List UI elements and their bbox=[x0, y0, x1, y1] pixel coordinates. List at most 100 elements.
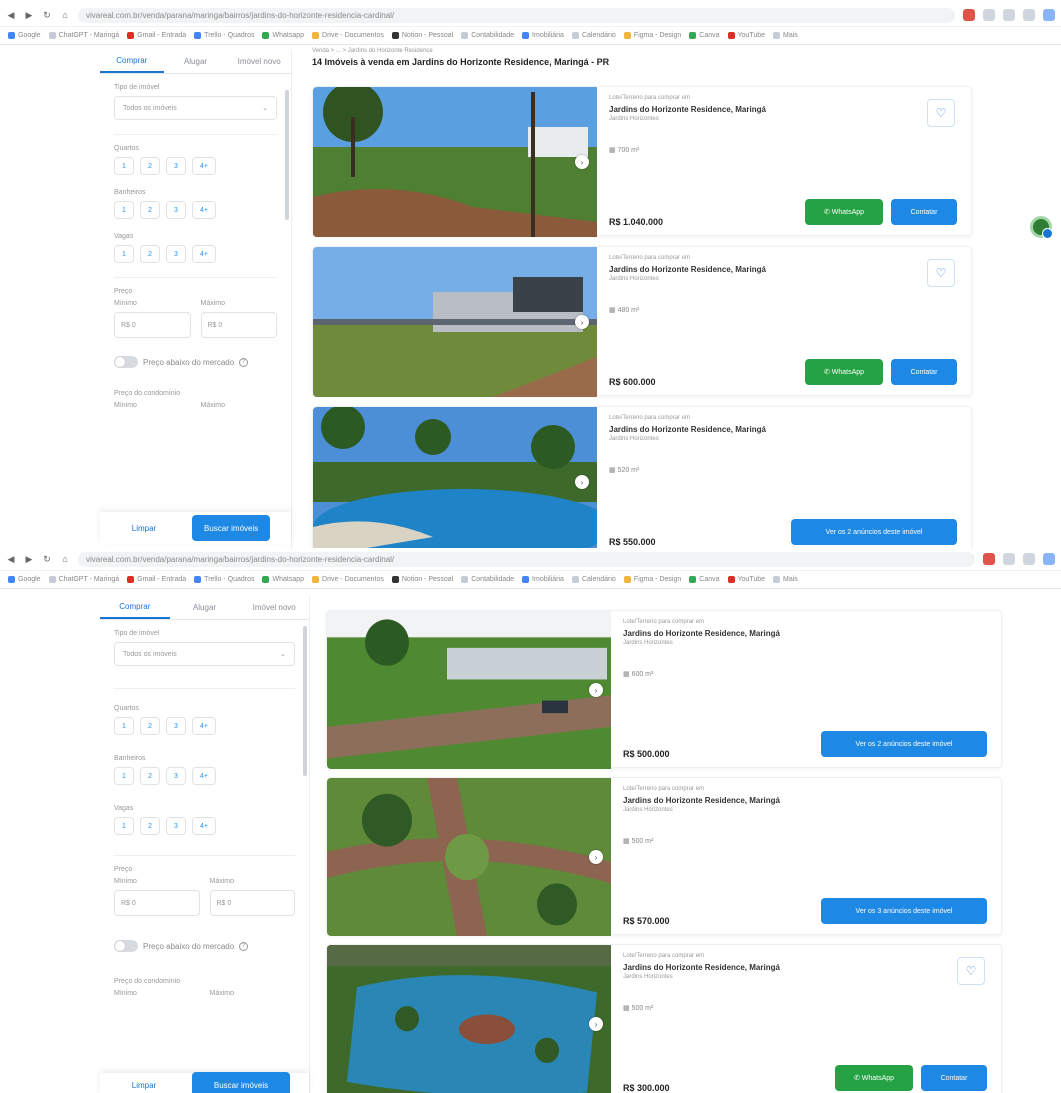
extension-icon[interactable] bbox=[963, 9, 975, 21]
url-input[interactable]: vivareal.com.br/venda/parana/maringa/bai… bbox=[78, 551, 975, 567]
forward-arrow-icon[interactable]: ▶ bbox=[24, 554, 34, 565]
whatsapp-button[interactable]: ✆ WhatsApp bbox=[835, 1065, 913, 1091]
breadcrumb[interactable]: Venda > ... > Jardins do Horizonte Resid… bbox=[312, 48, 609, 54]
listing-photo[interactable]: › bbox=[313, 407, 597, 548]
parking-option[interactable]: 3 bbox=[166, 245, 186, 263]
contact-button[interactable]: Contatar bbox=[891, 359, 957, 385]
see-ads-button[interactable]: Ver os 3 anúncios deste imóvel bbox=[821, 898, 987, 924]
listing-card[interactable]: › Lote/Terreno para comprar em Jardins do … bbox=[312, 246, 972, 397]
listing-card[interactable]: › Lote/Terreno para comprar em Jardins do … bbox=[326, 944, 1002, 1093]
tab-imovel-novo[interactable]: Imóvel novo bbox=[239, 596, 309, 619]
extension-icon[interactable] bbox=[983, 9, 995, 21]
see-ads-button[interactable]: Ver os 2 anúncios deste imóvel bbox=[821, 731, 987, 757]
listing-address[interactable]: Jardins do Horizonte Residence, Maringá bbox=[623, 796, 833, 805]
bathrooms-option[interactable]: 1 bbox=[114, 767, 134, 785]
bookmark-item[interactable]: Drive - Documentos bbox=[312, 576, 384, 583]
assistant-logo-icon[interactable] bbox=[1030, 216, 1053, 239]
listing-address[interactable]: Jardins do Horizonte Residence, Maringá bbox=[623, 963, 833, 972]
bookmark-item[interactable]: YouTube bbox=[727, 32, 765, 39]
bookmark-item[interactable]: Trello - Quadros bbox=[194, 576, 254, 583]
listing-photo[interactable]: › bbox=[313, 247, 597, 397]
bookmark-item[interactable]: Figma - Design bbox=[623, 576, 681, 583]
bedrooms-option[interactable]: 3 bbox=[166, 157, 186, 175]
property-type-select[interactable]: Todos os imóveis ⌄ bbox=[114, 642, 295, 666]
listing-address[interactable]: Jardins do Horizonte Residence, Maringá bbox=[609, 265, 819, 274]
profile-icon[interactable] bbox=[1043, 553, 1055, 565]
bedrooms-option[interactable]: 2 bbox=[140, 157, 160, 175]
bookmark-item[interactable]: YouTube bbox=[727, 576, 765, 583]
bathrooms-option[interactable]: 1 bbox=[114, 201, 134, 219]
bookmark-item[interactable]: Calendário bbox=[571, 32, 616, 39]
bookmark-item[interactable]: Calendário bbox=[571, 576, 616, 583]
clear-filters-button[interactable]: Limpar bbox=[114, 524, 174, 533]
bookmark-item[interactable]: Contabilidade bbox=[461, 32, 514, 39]
back-arrow-icon[interactable]: ◀ bbox=[6, 10, 16, 21]
parking-option[interactable]: 3 bbox=[166, 817, 186, 835]
listing-photo[interactable]: › bbox=[313, 87, 597, 237]
listing-address[interactable]: Jardins do Horizonte Residence, Maringá bbox=[623, 629, 833, 638]
tab-imovel-novo[interactable]: Imóvel novo bbox=[227, 50, 291, 73]
bathrooms-option[interactable]: 4+ bbox=[192, 201, 216, 219]
tab-comprar[interactable]: Comprar bbox=[100, 596, 170, 619]
heart-icon[interactable]: ♡ bbox=[957, 957, 985, 985]
bathrooms-option[interactable]: 3 bbox=[166, 201, 186, 219]
bookmark-item[interactable]: Notion - Pessoal bbox=[391, 32, 453, 39]
heart-icon[interactable]: ♡ bbox=[927, 259, 955, 287]
see-ads-button[interactable]: Ver os 2 anúncios deste imóvel bbox=[791, 519, 957, 545]
contact-button[interactable]: Contatar bbox=[891, 199, 957, 225]
bookmark-item[interactable]: Mais bbox=[773, 576, 798, 583]
property-type-select[interactable]: Todos os imóveis ⌄ bbox=[114, 96, 277, 120]
bedrooms-option[interactable]: 2 bbox=[140, 717, 160, 735]
bookmark-item[interactable]: Gmail - Entrada bbox=[127, 32, 186, 39]
clear-filters-button[interactable]: Limpar bbox=[114, 1081, 174, 1090]
bathrooms-option[interactable]: 3 bbox=[166, 767, 186, 785]
bedrooms-option[interactable]: 4+ bbox=[192, 717, 216, 735]
bookmark-item[interactable]: Google bbox=[8, 576, 41, 583]
whatsapp-button[interactable]: ✆ WhatsApp bbox=[805, 359, 883, 385]
next-photo-icon[interactable]: › bbox=[575, 155, 589, 169]
home-icon[interactable]: ⌂ bbox=[60, 554, 70, 564]
search-button[interactable]: Buscar imóveis bbox=[192, 515, 271, 541]
below-market-toggle[interactable] bbox=[114, 940, 138, 952]
extension-icon[interactable] bbox=[983, 553, 995, 565]
back-arrow-icon[interactable]: ◀ bbox=[6, 554, 16, 565]
bookmark-item[interactable]: Figma - Design bbox=[623, 32, 681, 39]
listing-photo[interactable]: › bbox=[327, 611, 611, 769]
bookmark-item[interactable]: Drive - Documentos bbox=[312, 32, 384, 39]
bookmark-item[interactable]: ChatGPT - Maringá bbox=[48, 32, 119, 39]
search-button[interactable]: Buscar imóveis bbox=[192, 1072, 290, 1093]
bookmark-item[interactable]: Canva bbox=[689, 32, 720, 39]
parking-option[interactable]: 4+ bbox=[192, 817, 216, 835]
home-icon[interactable]: ⌂ bbox=[60, 10, 70, 20]
heart-icon[interactable]: ♡ bbox=[927, 99, 955, 127]
bedrooms-option[interactable]: 1 bbox=[114, 157, 134, 175]
bookmark-item[interactable]: ChatGPT - Maringá bbox=[48, 576, 119, 583]
next-photo-icon[interactable]: › bbox=[575, 475, 589, 489]
bookmark-item[interactable]: Notion - Pessoal bbox=[391, 576, 453, 583]
sidebar-scrollbar[interactable] bbox=[303, 626, 307, 776]
parking-option[interactable]: 1 bbox=[114, 817, 134, 835]
contact-button[interactable]: Contatar bbox=[921, 1065, 987, 1091]
bookmark-item[interactable]: Imobiliária bbox=[522, 32, 564, 39]
reload-icon[interactable]: ↻ bbox=[42, 554, 52, 565]
next-photo-icon[interactable]: › bbox=[589, 850, 603, 864]
bookmark-item[interactable]: Whatsapp bbox=[262, 576, 304, 583]
help-icon[interactable]: ? bbox=[239, 357, 249, 367]
tab-comprar[interactable]: Comprar bbox=[100, 50, 164, 73]
parking-option[interactable]: 1 bbox=[114, 245, 134, 263]
listing-card[interactable]: › Lote/Terreno para comprar em Jardins do … bbox=[326, 610, 1002, 769]
extension-icon[interactable] bbox=[1003, 553, 1015, 565]
below-market-toggle[interactable] bbox=[114, 356, 138, 368]
bedrooms-option[interactable]: 4+ bbox=[192, 157, 216, 175]
bookmark-item[interactable]: Whatsapp bbox=[262, 32, 304, 39]
next-photo-icon[interactable]: › bbox=[575, 315, 589, 329]
bookmark-item[interactable]: Google bbox=[8, 32, 41, 39]
price-max-input[interactable]: R$ 0 bbox=[200, 312, 277, 338]
profile-icon[interactable] bbox=[1043, 9, 1055, 21]
whatsapp-button[interactable]: ✆ WhatsApp bbox=[805, 199, 883, 225]
next-photo-icon[interactable]: › bbox=[589, 683, 603, 697]
url-input[interactable]: vivareal.com.br/venda/parana/maringa/bai… bbox=[78, 7, 955, 23]
reload-icon[interactable]: ↻ bbox=[42, 10, 52, 21]
bathrooms-option[interactable]: 2 bbox=[140, 201, 160, 219]
listing-photo[interactable]: › bbox=[327, 778, 611, 936]
